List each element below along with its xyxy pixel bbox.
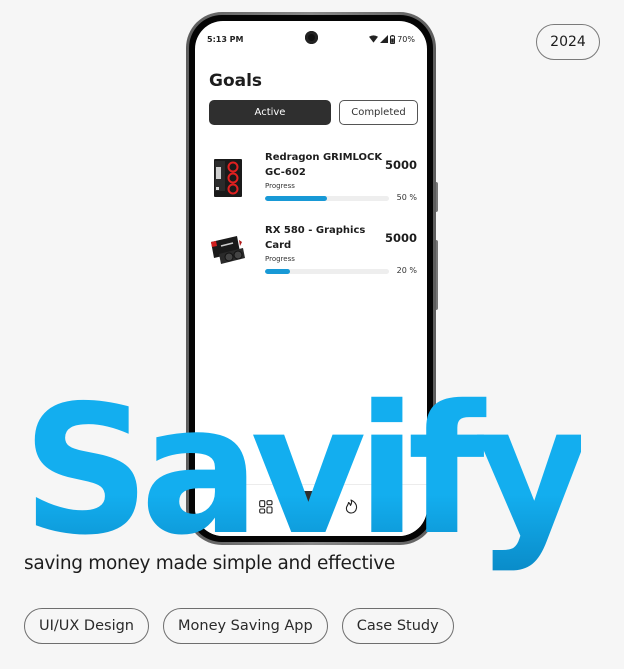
- front-camera: [304, 31, 318, 44]
- graphics-card-image: [209, 229, 247, 273]
- goal-name: Redragon GRIMLOCK GC-602: [265, 152, 383, 178]
- goal-name: RX 580 - Graphics Card: [265, 225, 366, 251]
- progress-percent: 20 %: [396, 266, 417, 275]
- progress-bar-fill: [265, 269, 290, 274]
- tag-case-study: Case Study: [341, 608, 454, 644]
- goal-amount: 5000: [384, 158, 417, 172]
- brand-title: Savify: [22, 367, 591, 574]
- wifi-icon: [369, 35, 379, 43]
- tag-ui-ux-design: UI/UX Design: [24, 608, 149, 644]
- progress-bar-fill: [265, 196, 327, 201]
- page-title: Goals: [209, 71, 263, 91]
- progress-label: Progress: [265, 255, 295, 263]
- tagline: saving money made simple and effective: [24, 553, 395, 574]
- year-badge: 2024: [536, 24, 600, 60]
- goal-item[interactable]: Redragon GRIMLOCK GC-602 5000 Progress 5…: [209, 150, 417, 212]
- progress-bar: [265, 269, 389, 274]
- progress-percent: 50 %: [396, 193, 417, 202]
- pc-case-image: [209, 156, 247, 200]
- tab-completed[interactable]: Completed: [339, 100, 418, 125]
- battery-icon: [390, 34, 396, 44]
- progress-bar: [265, 196, 389, 201]
- tag-list: UI/UX Design Money Saving App Case Study: [24, 608, 454, 644]
- tab-active[interactable]: Active: [209, 100, 331, 125]
- tag-money-saving-app: Money Saving App: [163, 608, 328, 644]
- signal-icon: [380, 35, 389, 43]
- battery-percent: 70%: [397, 34, 415, 44]
- goal-amount: 5000: [384, 231, 417, 245]
- progress-label: Progress: [265, 182, 295, 190]
- goal-item[interactable]: RX 580 - Graphics Card 5000 Progress 20 …: [209, 223, 417, 285]
- status-time: 5:13 PM: [207, 34, 244, 44]
